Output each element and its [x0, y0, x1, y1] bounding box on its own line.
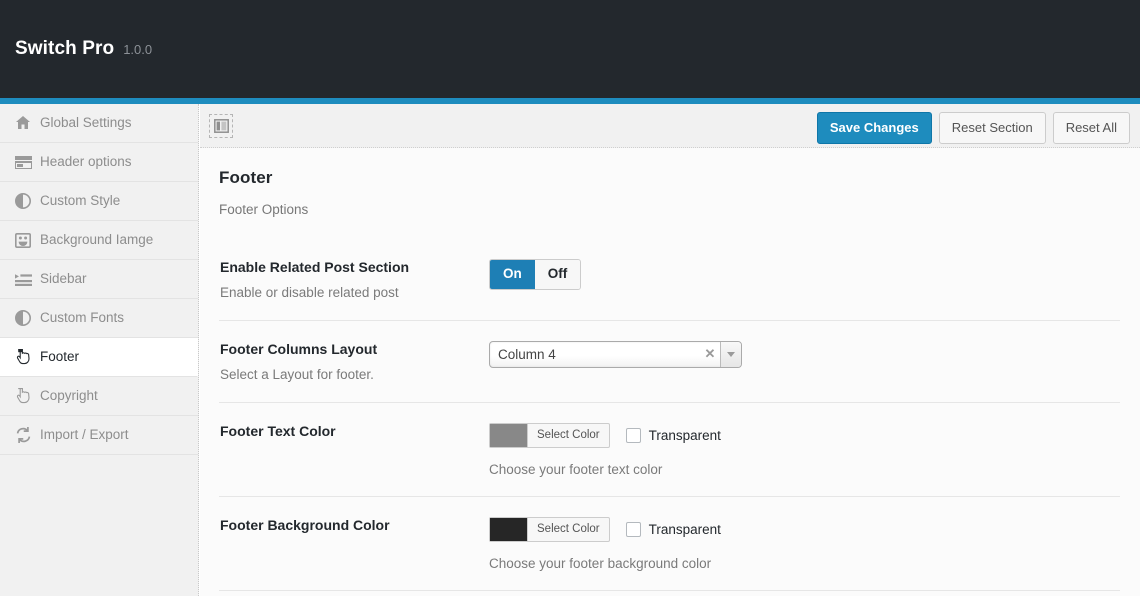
page-subtitle: Footer Options	[219, 188, 1120, 217]
transparent-label: Transparent	[649, 428, 721, 443]
sidebar-item-label: Copyright	[40, 389, 98, 403]
pointer-hand-icon	[12, 385, 34, 407]
sidebar-item-copyright[interactable]: Copyright	[0, 377, 198, 416]
transparent-checkbox[interactable]	[626, 522, 641, 537]
panel-toolbar: Save Changes Reset Section Reset All	[200, 104, 1140, 148]
sidebar-item-global-settings[interactable]: Global Settings	[0, 104, 198, 143]
header-bars-icon	[12, 151, 34, 173]
app-version: 1.0.0	[123, 42, 152, 57]
main-panel: Save Changes Reset Section Reset All Foo…	[200, 104, 1140, 596]
option-row-columns-layout: Footer Columns Layout Select a Layout fo…	[219, 321, 1120, 403]
chevron-down-icon[interactable]	[720, 342, 741, 367]
option-description: Enable or disable related post	[220, 285, 489, 301]
background-color-controls: Select Color Transparent	[489, 517, 1120, 542]
reset-section-button[interactable]: Reset Section	[939, 112, 1046, 144]
select-color-label: Select Color	[528, 424, 609, 447]
sidebar-item-sidebar[interactable]: Sidebar	[0, 260, 198, 299]
sidebar-item-custom-style[interactable]: Custom Style	[0, 182, 198, 221]
sidebar-item-background-image[interactable]: Background Iamge	[0, 221, 198, 260]
text-color-picker[interactable]: Select Color	[489, 423, 610, 448]
page-title: Footer	[219, 148, 1120, 188]
sidebar-item-label: Header options	[40, 155, 132, 169]
sidebar-item-label: Custom Fonts	[40, 311, 124, 325]
option-row-text-color: Footer Text Color Select Color Transpare…	[219, 403, 1120, 497]
option-label-group: Footer Text Color	[219, 423, 489, 477]
option-control: Column 4 ✕	[489, 341, 1120, 383]
option-control: On Off	[489, 259, 1120, 301]
reset-all-button[interactable]: Reset All	[1053, 112, 1130, 144]
sidebar-list-icon	[12, 268, 34, 290]
background-color-transparent-toggle[interactable]: Transparent	[626, 522, 721, 537]
save-changes-button[interactable]: Save Changes	[817, 112, 932, 144]
refresh-sync-icon	[12, 424, 34, 446]
transparent-label: Transparent	[649, 522, 721, 537]
text-color-controls: Select Color Transparent	[489, 423, 1120, 448]
option-control: Select Color Transparent Choose your foo…	[489, 423, 1120, 477]
image-face-icon	[12, 229, 34, 251]
sidebar-item-label: Footer	[40, 350, 79, 364]
sidebar-item-custom-fonts[interactable]: Custom Fonts	[0, 299, 198, 338]
sidebar-nav: Global Settings Header options Custom St…	[0, 104, 199, 596]
option-label-group: Enable Related Post Section Enable or di…	[219, 259, 489, 301]
select-color-label: Select Color	[528, 518, 609, 541]
option-helper-text: Choose your footer background color	[489, 556, 1120, 571]
toggle-off-option[interactable]: Off	[535, 260, 581, 289]
transparent-checkbox[interactable]	[626, 428, 641, 443]
contrast-circle-icon	[12, 307, 34, 329]
app-header: Switch Pro 1.0.0	[0, 0, 1140, 98]
option-control: Select Color Transparent Choose your foo…	[489, 517, 1120, 571]
option-helper-text: Choose your footer text color	[489, 462, 1120, 477]
admin-options-page: Switch Pro 1.0.0 Global Settings Header	[0, 0, 1140, 596]
option-description: Select a Layout for footer.	[220, 367, 489, 383]
select-selected-value: Column 4	[490, 342, 700, 367]
sidebar-item-label: Import / Export	[40, 428, 129, 442]
sidebar-item-label: Global Settings	[40, 116, 132, 130]
layout-panel-icon[interactable]	[209, 114, 233, 138]
option-title: Footer Text Color	[220, 423, 489, 440]
related-post-toggle[interactable]: On Off	[489, 259, 581, 290]
sidebar-item-label: Sidebar	[40, 272, 87, 286]
background-color-picker[interactable]: Select Color	[489, 517, 610, 542]
option-label-group: Footer Background Color	[219, 517, 489, 571]
footer-columns-select[interactable]: Column 4 ✕	[489, 341, 742, 368]
option-title: Footer Background Color	[220, 517, 489, 534]
sidebar-item-label: Custom Style	[40, 194, 120, 208]
sidebar-item-import-export[interactable]: Import / Export	[0, 416, 198, 455]
toggle-on-option[interactable]: On	[490, 260, 535, 289]
clear-x-icon[interactable]: ✕	[700, 342, 720, 367]
option-title: Footer Columns Layout	[220, 341, 489, 358]
options-content: Footer Footer Options Enable Related Pos…	[200, 148, 1140, 596]
option-label-group: Footer Columns Layout Select a Layout fo…	[219, 341, 489, 383]
option-row-related-post: Enable Related Post Section Enable or di…	[219, 239, 1120, 321]
color-swatch	[490, 518, 528, 541]
option-title: Enable Related Post Section	[220, 259, 489, 276]
sidebar-item-label: Background Iamge	[40, 233, 153, 247]
option-row-background-color: Footer Background Color Select Color Tra…	[219, 497, 1120, 591]
app-branding: Switch Pro 1.0.0	[15, 38, 152, 60]
text-color-transparent-toggle[interactable]: Transparent	[626, 428, 721, 443]
pointer-hand-icon	[12, 346, 34, 368]
toolbar-actions: Save Changes Reset Section Reset All	[817, 112, 1130, 144]
app-title: Switch Pro	[15, 38, 114, 60]
color-swatch	[490, 424, 528, 447]
contrast-circle-icon	[12, 190, 34, 212]
sidebar-item-footer[interactable]: Footer	[0, 338, 198, 377]
sidebar-item-header-options[interactable]: Header options	[0, 143, 198, 182]
home-icon	[12, 112, 34, 134]
